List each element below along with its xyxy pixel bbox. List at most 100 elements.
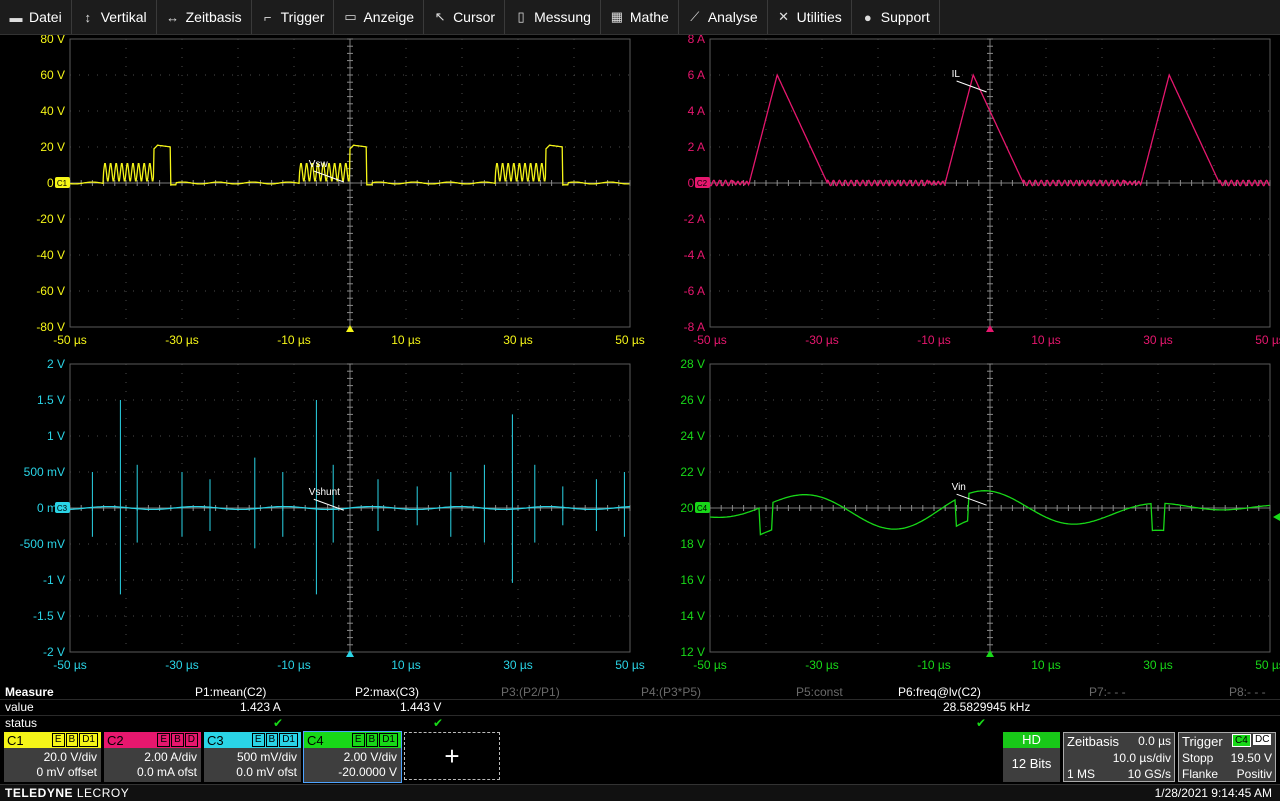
timebase-box[interactable]: Zeitbasis 0.0 µs 10.0 µs/div 1 MS 10 GS/s: [1063, 732, 1175, 782]
trigger-coupling: DC: [1253, 734, 1272, 745]
trigger-box[interactable]: Trigger C4 DC Stopp 19.50 V Flanke Positiv: [1178, 732, 1276, 782]
volts-per-div: 500 mV/div: [236, 750, 297, 764]
measure-param-name[interactable]: P3:(P2/P1): [501, 685, 560, 699]
vertical-arrows-icon: ↕: [84, 9, 91, 25]
menu-label: Cursor: [453, 9, 496, 25]
channel-descriptor-c3[interactable]: C3 E B D1 500 mV/div 0.0 mV ofst: [204, 732, 301, 782]
measure-param-name[interactable]: P5:const: [796, 685, 843, 699]
x-tick-label: 50 µs: [1255, 333, 1280, 347]
channel-descriptor-c2[interactable]: C2 E B D 2.00 A/div 0.0 mA ofst: [104, 732, 201, 782]
plus-icon: +: [444, 740, 460, 771]
y-tick-label: 26 V: [680, 393, 705, 407]
channel-name: C1: [7, 732, 24, 748]
measure-param-name[interactable]: P7:- - -: [1089, 685, 1126, 699]
measure-value-label: value: [5, 700, 34, 714]
x-tick-label: 30 µs: [1143, 333, 1173, 347]
channel-tag: B: [365, 733, 379, 747]
y-tick-label: 22 V: [680, 465, 705, 479]
y-tick-label: 2 A: [688, 140, 705, 154]
x-tick-label: 10 µs: [1031, 333, 1061, 347]
timebase-delay: 0.0 µs: [1138, 734, 1171, 748]
menu-utilities[interactable]: ✕ Utilities: [768, 0, 852, 34]
measure-param-name[interactable]: P4:(P3*P5): [641, 685, 701, 699]
measure-param-name[interactable]: P1:mean(C2): [195, 685, 266, 699]
time-per-div: 10.0 µs/div: [1112, 751, 1171, 765]
folder-icon: ▬: [9, 9, 23, 25]
channel-tag: D: [184, 733, 198, 747]
channel-marker-label: C4: [697, 504, 708, 513]
menu-analyse[interactable]: ⟋ Analyse: [679, 0, 768, 34]
menu-anzeige[interactable]: ▭ Anzeige: [334, 0, 425, 34]
measure-param-name[interactable]: P8:- - -: [1229, 685, 1266, 699]
channel-tag: B: [265, 733, 279, 747]
menu-vertikal[interactable]: ↕ Vertikal: [72, 0, 157, 34]
timebase-title: Zeitbasis: [1067, 734, 1120, 749]
menu-datei[interactable]: ▬ Datei: [0, 0, 72, 34]
x-tick-label: 30 µs: [503, 658, 533, 672]
brand-name-2: LECROY: [76, 786, 130, 800]
x-tick-label: -50 µs: [53, 658, 87, 672]
y-tick-label: 20 V: [40, 140, 65, 154]
panel-c2: 8 A6 A4 A2 A0 A-2 A-4 A-6 A-8 A-50 µs-30…: [684, 35, 1280, 347]
y-tick-label: 16 V: [680, 573, 705, 587]
menu-cursor[interactable]: ↖ Cursor: [424, 0, 506, 34]
measure-param-name[interactable]: P6:freq@lv(C2): [898, 685, 981, 699]
y-tick-label: -1.5 V: [33, 609, 65, 623]
menu-mathe[interactable]: ▦ Mathe: [601, 0, 679, 34]
x-tick-label: 50 µs: [615, 658, 645, 672]
menu-label: Analyse: [707, 9, 758, 25]
brand-name: TELEDYNE: [5, 786, 74, 800]
volts-per-div: 20.0 V/div: [43, 750, 97, 764]
channel-tag: B: [171, 733, 184, 747]
menu-label: Vertikal: [100, 9, 147, 25]
menu-label: Support: [880, 9, 930, 25]
menu-trigger[interactable]: ⌐ Trigger: [252, 0, 335, 34]
x-tick-label: -30 µs: [165, 658, 199, 672]
trigger-level-marker: [1273, 513, 1280, 521]
channel-name: C3: [207, 732, 224, 748]
y-tick-label: -6 A: [684, 284, 705, 298]
channel-tag: E: [51, 733, 65, 747]
measure-param-value: 28.5829945 kHz: [943, 700, 1031, 714]
descriptor-bar: C1 E B D1 20.0 V/div 0 mV offset C2 E B D 2.00 A/d…: [0, 730, 1280, 784]
menu-messung[interactable]: ▯ Messung: [505, 0, 601, 34]
trace-label: Vshunt: [309, 487, 340, 498]
x-tick-label: -30 µs: [165, 333, 199, 347]
menu-label: Utilities: [796, 9, 842, 25]
trigger-level: 19.50 V: [1230, 751, 1272, 765]
y-tick-label: 14 V: [680, 609, 705, 623]
channel-marker-label: C2: [697, 179, 708, 188]
channel-name: C4: [307, 732, 324, 748]
channel-tag: B: [65, 733, 79, 747]
footer-bar: TELEDYNE LECROY 1/28/2021 9:14:45 AM: [0, 784, 1280, 801]
channel-tag: D1: [379, 733, 398, 747]
x-tick-label: 30 µs: [503, 333, 533, 347]
channel-tags: EBD: [157, 733, 198, 747]
scope-display: 80 V60 V40 V20 V0 V-20 V-40 V-60 V-80 V-…: [20, 35, 1280, 672]
channel-descriptor-c1[interactable]: C1 E B D1 20.0 V/div 0 mV offset: [4, 732, 101, 782]
channel-descriptor-header: C3 E B D1: [204, 732, 301, 748]
menu-support[interactable]: ● Support: [852, 0, 940, 34]
brand-logo: TELEDYNE LECROY: [5, 786, 129, 800]
measure-param-name[interactable]: P2:max(C3): [355, 685, 419, 699]
y-tick-label: -20 V: [36, 212, 65, 226]
panel-c1: 80 V60 V40 V20 V0 V-20 V-40 V-60 V-80 V-…: [36, 35, 644, 347]
trace-label: IL: [952, 69, 961, 80]
y-tick-label: 1.5 V: [37, 393, 65, 407]
menu-zeitbasis[interactable]: ↔ Zeitbasis: [157, 0, 252, 34]
channel-offset: -20.0000 V: [338, 765, 397, 779]
x-tick-label: -30 µs: [805, 333, 839, 347]
horizontal-arrows-icon: ↔: [166, 9, 180, 25]
x-tick-label: -10 µs: [277, 333, 311, 347]
channel-name: C2: [107, 732, 124, 748]
y-tick-label: 8 A: [688, 35, 705, 46]
x-tick-label: 10 µs: [391, 658, 421, 672]
menu-bar: ▬ Datei ↕ Vertikal ↔ Zeitbasis ⌐ Trigger ▭ Anzeig…: [0, 0, 1280, 35]
panel-c3: 2 V1.5 V1 V500 mV0 mV-500 mV-1 V-1.5 V-2…: [20, 357, 645, 672]
x-tick-label: 50 µs: [1255, 658, 1280, 672]
x-tick-label: -10 µs: [917, 658, 951, 672]
x-tick-label: -50 µs: [693, 658, 727, 672]
channel-descriptor-c4[interactable]: C4 E B D1 2.00 V/div -20.0000 V: [303, 731, 402, 783]
acquisition-mode-box[interactable]: HD 12 Bits: [1003, 732, 1060, 782]
add-trace-button[interactable]: +: [404, 732, 500, 780]
